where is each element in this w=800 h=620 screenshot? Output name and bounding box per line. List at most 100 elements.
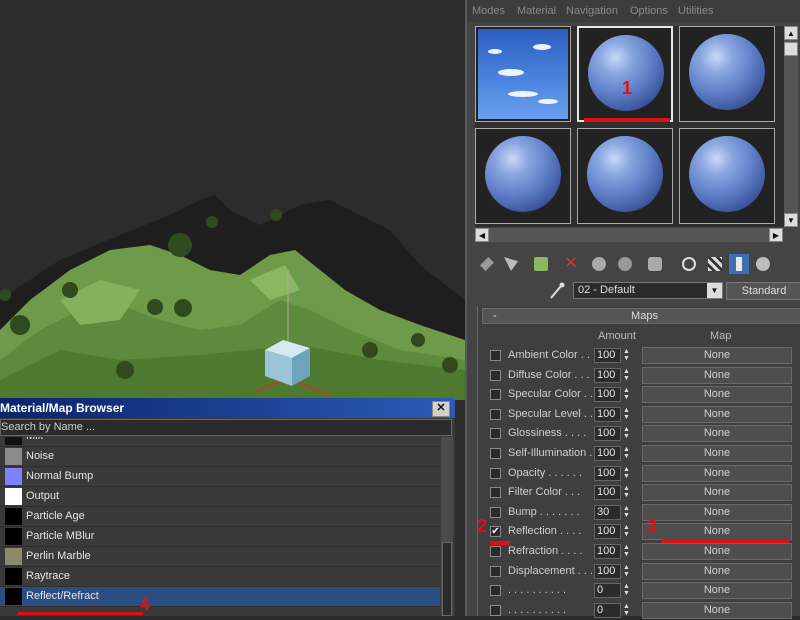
spinner-icon[interactable]: ▲ ▼ — [623, 407, 631, 422]
material-id-icon[interactable] — [679, 254, 699, 274]
put-to-library-icon[interactable] — [645, 254, 665, 274]
make-copy-icon[interactable] — [589, 254, 609, 274]
menu-modes[interactable]: Modes — [472, 5, 505, 17]
scroll-left-icon[interactable]: ◀ — [475, 228, 489, 242]
put-to-scene-icon[interactable] — [501, 254, 521, 274]
browser-list-item[interactable]: Raytrace — [0, 567, 440, 587]
spinner-icon[interactable]: ▲ ▼ — [623, 485, 631, 500]
spinner-icon[interactable]: ▲ ▼ — [623, 446, 631, 461]
map-enable-checkbox[interactable] — [490, 604, 501, 616]
spinner-icon[interactable]: ▲ ▼ — [623, 426, 631, 441]
slots-vertical-scrollbar[interactable]: ▲ ▼ — [784, 26, 798, 227]
amount-field[interactable]: 100 — [594, 465, 621, 481]
spinner-icon[interactable]: ▲ ▼ — [623, 583, 631, 598]
map-slot-button[interactable]: None — [642, 484, 792, 502]
map-slot-button[interactable]: None — [642, 425, 792, 443]
amount-field[interactable]: 100 — [594, 485, 621, 501]
browser-title-bar[interactable]: Material/Map Browser ✕ — [0, 398, 455, 418]
close-icon[interactable]: ✕ — [432, 401, 450, 417]
map-slot-button[interactable]: None — [642, 464, 792, 482]
sample-slot-active[interactable] — [577, 26, 673, 122]
map-enable-checkbox[interactable] — [490, 585, 501, 597]
browser-list-item[interactable]: Normal Bump — [0, 467, 440, 487]
amount-field[interactable]: 100 — [594, 367, 621, 383]
spinner-icon[interactable]: ▲ ▼ — [623, 505, 631, 520]
slots-horizontal-scrollbar[interactable]: ◀ ▶ — [475, 228, 783, 242]
scroll-thumb[interactable] — [442, 542, 452, 616]
map-enable-checkbox[interactable] — [490, 428, 501, 440]
map-slot-button[interactable]: None — [642, 601, 792, 619]
show-in-viewport-icon[interactable] — [729, 254, 749, 274]
browser-list-item[interactable]: Reflect/Refract — [0, 587, 440, 607]
map-slot-button[interactable]: None — [642, 543, 792, 560]
menu-options[interactable]: Options — [630, 5, 668, 17]
map-enable-checkbox[interactable] — [490, 408, 501, 420]
amount-field[interactable]: 100 — [594, 524, 621, 540]
show-map-icon[interactable] — [705, 254, 725, 274]
go-to-parent-icon[interactable] — [753, 254, 773, 274]
scroll-thumb[interactable] — [784, 42, 798, 56]
map-slot-button[interactable]: None — [642, 503, 792, 521]
maps-rollout-header[interactable]: - Maps — [482, 308, 800, 324]
sample-slot-sky[interactable] — [475, 26, 571, 122]
browser-list-item[interactable]: Perlin Marble — [0, 547, 440, 567]
get-material-icon[interactable] — [477, 254, 497, 274]
map-enable-checkbox[interactable] — [490, 389, 501, 401]
spinner-icon[interactable]: ▲ ▼ — [623, 368, 631, 383]
browser-list-item[interactable]: Particle Age — [0, 507, 440, 527]
amount-field[interactable]: 100 — [594, 406, 621, 422]
menu-navigation[interactable]: Navigation — [566, 5, 618, 17]
map-enable-checkbox[interactable] — [490, 546, 501, 557]
spinner-icon[interactable]: ▲ ▼ — [623, 387, 631, 402]
scroll-up-icon[interactable]: ▲ — [784, 26, 798, 40]
map-enable-checkbox[interactable] — [490, 350, 501, 361]
material-name-field[interactable]: 02 - Default — [573, 282, 723, 299]
spinner-icon[interactable]: ▲ ▼ — [623, 544, 631, 559]
sample-slot[interactable] — [475, 128, 571, 224]
amount-field[interactable]: 100 — [594, 563, 621, 579]
spinner-icon[interactable]: ▲ ▼ — [623, 524, 631, 539]
map-enable-checkbox[interactable]: ✔ — [490, 526, 501, 538]
sample-slot[interactable] — [577, 128, 673, 224]
browser-list-item[interactable]: Output — [0, 487, 440, 507]
menu-material[interactable]: Material — [517, 5, 556, 17]
amount-field[interactable]: 100 — [594, 348, 621, 363]
sample-slot[interactable] — [679, 26, 775, 122]
browser-list-item[interactable]: Mix — [0, 437, 440, 447]
scroll-down-icon[interactable]: ▼ — [784, 213, 798, 227]
search-input[interactable]: Search by Name ... — [0, 419, 452, 436]
amount-field[interactable]: 100 — [594, 387, 621, 403]
spinner-icon[interactable]: ▲ ▼ — [623, 564, 631, 579]
map-enable-checkbox[interactable] — [490, 565, 501, 577]
menu-utilities[interactable]: Utilities — [678, 5, 713, 17]
scroll-right-icon[interactable]: ▶ — [769, 228, 783, 242]
map-enable-checkbox[interactable] — [490, 369, 501, 381]
browser-list-item[interactable]: Particle MBlur — [0, 527, 440, 547]
make-unique-icon[interactable] — [615, 254, 635, 274]
map-slot-button[interactable]: None — [642, 405, 792, 423]
map-enable-checkbox[interactable] — [490, 487, 501, 499]
chevron-down-icon[interactable]: ▼ — [707, 283, 722, 298]
map-enable-checkbox[interactable] — [490, 467, 501, 479]
reset-icon[interactable]: ✕ — [561, 254, 581, 274]
map-slot-button[interactable]: None — [642, 445, 792, 462]
amount-field[interactable]: 0 — [594, 583, 621, 599]
eyedropper-icon[interactable] — [547, 282, 567, 300]
map-slot-button[interactable]: None — [642, 582, 792, 600]
map-slot-button[interactable]: None — [642, 562, 792, 580]
map-slot-button[interactable]: None — [642, 523, 792, 541]
spinner-icon[interactable]: ▲ ▼ — [623, 466, 631, 481]
browser-list-item[interactable]: Noise — [0, 447, 440, 467]
sample-slot[interactable] — [679, 128, 775, 224]
map-slot-button[interactable]: None — [642, 386, 792, 404]
amount-field[interactable]: 100 — [594, 544, 621, 559]
spinner-icon[interactable]: ▲ ▼ — [623, 348, 631, 363]
map-enable-checkbox[interactable] — [490, 506, 501, 518]
map-slot-button[interactable]: None — [642, 347, 792, 364]
amount-field[interactable]: 100 — [594, 426, 621, 442]
assign-to-selection-icon[interactable] — [531, 254, 551, 274]
amount-field[interactable]: 30 — [594, 504, 621, 520]
browser-scrollbar[interactable] — [441, 437, 453, 616]
map-slot-button[interactable]: None — [642, 366, 792, 384]
amount-field[interactable]: 100 — [594, 446, 621, 461]
